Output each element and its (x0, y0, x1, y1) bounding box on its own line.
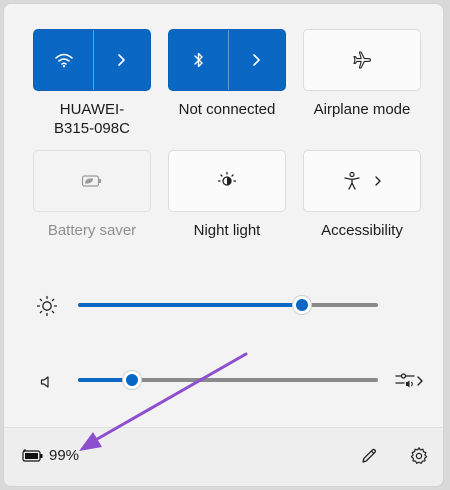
bluetooth-expand-button[interactable] (227, 30, 285, 90)
wifi-icon (54, 53, 73, 68)
battery-charging-icon (22, 448, 43, 462)
battery-saver-label: Battery saver (47, 222, 137, 239)
brightness-slider-fill (78, 303, 302, 307)
airplane-mode-label: Airplane mode (313, 101, 411, 118)
battery-saver-icon (81, 175, 101, 187)
edit-quick-settings-button[interactable] (356, 443, 382, 469)
chevron-right-icon (417, 376, 423, 386)
quick-settings-panel: HUAWEI- B315-098C Not connected Airplane… (3, 3, 444, 487)
bluetooth-toggle[interactable] (169, 30, 228, 90)
wifi-label: HUAWEI- B315-098C (22, 100, 162, 138)
chevron-right-icon (375, 176, 381, 186)
bluetooth-tile[interactable] (168, 29, 286, 91)
sound-output-button[interactable] (389, 368, 429, 394)
brightness-slider[interactable] (78, 295, 378, 315)
airplane-mode-tile[interactable] (303, 29, 421, 91)
wifi-label-line-1: HUAWEI- (59, 101, 125, 118)
night-light-tile[interactable] (168, 150, 286, 212)
speaker-icon (40, 376, 49, 388)
gear-icon (410, 447, 428, 464)
chevron-right-icon (253, 54, 260, 66)
chevron-right-icon (118, 54, 125, 66)
volume-slider-thumb[interactable] (122, 370, 142, 390)
accessibility-icon (344, 171, 360, 190)
wifi-expand-button[interactable] (92, 30, 150, 90)
wifi-tile[interactable] (33, 29, 151, 91)
night-light-label: Night light (193, 222, 261, 239)
accessibility-label: Accessibility (321, 222, 403, 239)
battery-status[interactable]: 99% (22, 447, 79, 464)
volume-slider[interactable] (78, 370, 378, 390)
quick-settings-footer: 99% (4, 427, 443, 486)
night-light-icon (217, 171, 237, 186)
airplane-icon (353, 51, 372, 69)
bluetooth-label: Not connected (178, 101, 276, 118)
bluetooth-icon (193, 52, 203, 68)
wifi-toggle[interactable] (34, 30, 93, 90)
battery-percent: 99% (49, 447, 80, 464)
brightness-slider-thumb[interactable] (292, 295, 312, 315)
wifi-label-line-2: B315-098C (54, 120, 130, 137)
mute-button[interactable] (35, 370, 59, 394)
brightness-icon (36, 295, 58, 317)
accessibility-tile[interactable] (303, 150, 421, 212)
pencil-icon (362, 448, 377, 463)
brightness-button (35, 294, 59, 318)
settings-button[interactable] (406, 443, 432, 469)
battery-saver-tile[interactable] (33, 150, 151, 212)
sound-output-icon (395, 373, 415, 388)
